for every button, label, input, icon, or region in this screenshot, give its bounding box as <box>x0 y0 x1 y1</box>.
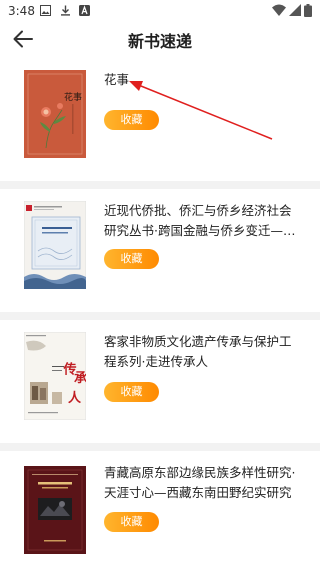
collect-button[interactable]: 收藏 <box>104 110 159 130</box>
book-card[interactable]: 近现代侨批、侨汇与侨乡经济社会研究丛书·跨国金融与侨乡变迁—民国... 收藏 <box>0 189 320 317</box>
divider <box>0 312 320 320</box>
divider <box>0 181 320 189</box>
image-icon <box>40 5 51 16</box>
book-cover[interactable]: 传 承 人 <box>24 332 86 420</box>
collect-button[interactable]: 收藏 <box>104 249 159 269</box>
cover-title: 人 <box>68 390 82 406</box>
signal-icon <box>289 4 301 16</box>
book-title[interactable]: 近现代侨批、侨汇与侨乡经济社会研究丛书·跨国金融与侨乡变迁—民国... <box>104 201 300 241</box>
status-bar: 3:48 <box>0 0 320 22</box>
header: 新书速递 <box>0 22 320 56</box>
book-card[interactable]: 传 承 人 客家非物质文化遗产传承与保护工程系列·走进传承人 收藏 <box>0 320 320 448</box>
book-title[interactable]: 花事 <box>104 70 300 90</box>
cover-title: 花事 <box>64 91 82 103</box>
collect-button[interactable]: 收藏 <box>104 382 159 402</box>
book-title[interactable]: 客家非物质文化遗产传承与保护工程系列·走进传承人 <box>104 332 300 372</box>
download-icon <box>61 5 70 16</box>
screen: 3:48 新书速递 花事 花事 收藏 近现代侨批、侨汇与侨乡经济社会研究丛书·跨… <box>0 0 320 568</box>
cover-title: 承 <box>74 371 86 386</box>
wifi-icon <box>272 4 286 16</box>
book-card[interactable]: 青藏高原东部边缘民族多样性研究·天涯寸心—西藏东南田野纪实研究 收藏 <box>0 451 320 568</box>
book-title[interactable]: 青藏高原东部边缘民族多样性研究·天涯寸心—西藏东南田野纪实研究 <box>104 463 300 503</box>
book-card[interactable]: 花事 花事 收藏 <box>0 58 320 186</box>
book-cover[interactable] <box>24 466 86 554</box>
collect-button[interactable]: 收藏 <box>104 512 159 532</box>
book-cover[interactable]: 花事 <box>24 70 86 158</box>
status-time: 3:48 <box>8 4 35 18</box>
page-title: 新书速递 <box>127 32 192 51</box>
battery-icon <box>304 4 312 17</box>
book-cover[interactable] <box>24 201 86 289</box>
divider <box>0 443 320 451</box>
a-icon <box>79 5 90 16</box>
